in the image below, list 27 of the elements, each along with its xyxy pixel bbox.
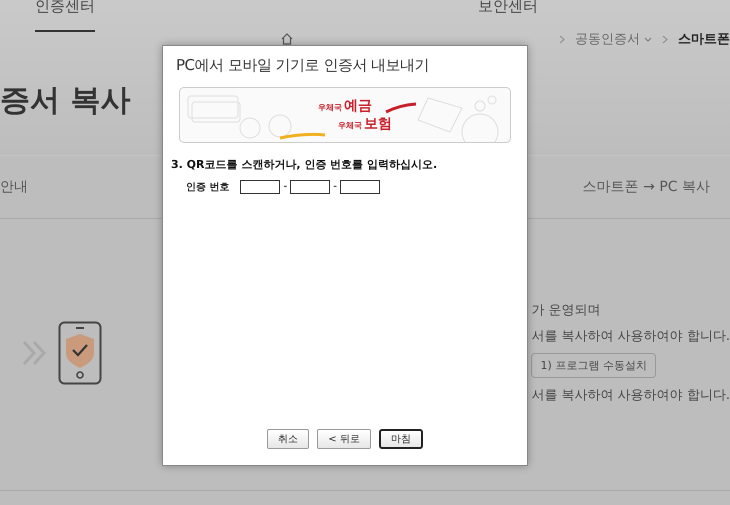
brand-logo: 우체국 보험 bbox=[338, 115, 392, 133]
install-button[interactable]: 1) 프로그램 수동설치 bbox=[531, 353, 656, 378]
separator: - bbox=[283, 182, 288, 192]
phone-shield-icon bbox=[58, 320, 102, 384]
info-text: 서를 복사하여 사용하여야 합니다. bbox=[531, 387, 730, 404]
instruction-text: 3. QR코드를 스캔하거나, 인증 번호를 입력하십시오. bbox=[171, 157, 438, 172]
home-icon[interactable] bbox=[280, 33, 294, 45]
info-text: 서를 복사하여 사용하여야 합니다. bbox=[531, 328, 730, 345]
field-label: 인증 번호 bbox=[186, 181, 230, 194]
brand-logo: 우체국 예금 bbox=[318, 97, 372, 115]
dialog-button[interactable]: 취소 bbox=[267, 429, 310, 449]
separator: - bbox=[333, 182, 337, 192]
section-label: 스마트폰 → PC 복사 bbox=[582, 178, 710, 196]
chevron-right-icon bbox=[559, 34, 565, 44]
dialog-button[interactable]: 마침 bbox=[378, 429, 423, 449]
nav-tab[interactable]: 인증센터 bbox=[35, 0, 95, 32]
dialog-button[interactable]: < 뒤로 bbox=[317, 429, 371, 449]
info-text: 가 운영되며 bbox=[531, 302, 602, 319]
input-field[interactable] bbox=[240, 180, 280, 194]
dialog-title: PC에서 모바일 기기로 인증서 내보내기 bbox=[175, 55, 430, 75]
chevron-right-icon bbox=[662, 34, 668, 44]
input-field[interactable] bbox=[340, 180, 380, 194]
breadcrumb-link[interactable]: 스마트폰 bbox=[678, 30, 730, 48]
nav-tab[interactable]: 보안센터 bbox=[478, 0, 538, 32]
page-heading: 증서 복사 bbox=[0, 82, 130, 120]
section-label: 안내 bbox=[0, 178, 28, 196]
input-field[interactable] bbox=[290, 180, 330, 194]
